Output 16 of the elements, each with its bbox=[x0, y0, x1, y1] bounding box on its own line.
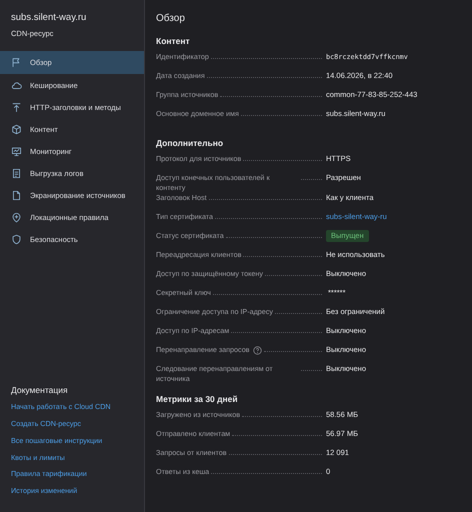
section-title: Дополнительно bbox=[156, 138, 224, 148]
document-icon bbox=[11, 168, 22, 178]
help-icon[interactable] bbox=[252, 346, 262, 354]
section-title: Метрики за 30 дней bbox=[156, 394, 239, 404]
file-icon bbox=[11, 190, 22, 200]
cloud-icon bbox=[11, 80, 22, 90]
upload-icon bbox=[11, 102, 22, 112]
shield-icon bbox=[11, 234, 22, 244]
section-title: Контент bbox=[156, 36, 191, 46]
flag-icon bbox=[11, 57, 22, 68]
docs-heading: Документация bbox=[11, 385, 69, 396]
location-pin-icon bbox=[11, 212, 22, 222]
resource-title: subs.silent-way.ru bbox=[10, 11, 88, 23]
page-title: Обзор bbox=[156, 13, 186, 24]
box-icon bbox=[11, 124, 22, 134]
monitor-icon bbox=[11, 146, 22, 156]
